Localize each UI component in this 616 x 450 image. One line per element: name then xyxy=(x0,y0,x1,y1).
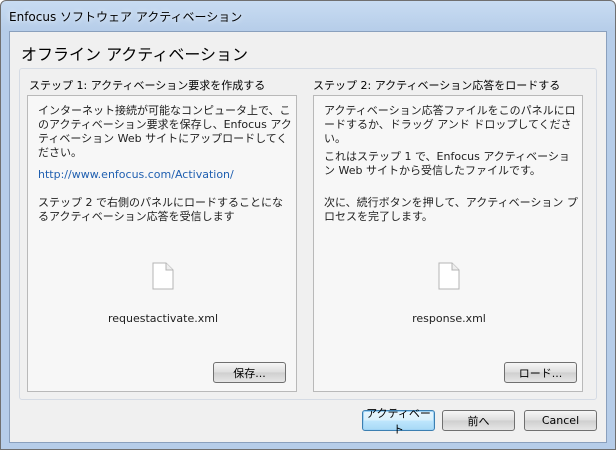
response-panel[interactable]: アクティベーション応答ファイルをこのパネルにロードするか、ドラッグ アンド ドロ… xyxy=(313,95,583,392)
step2-file-info: これはステップ 1 で、Enfocus アクティベーション Web サイトから受… xyxy=(324,150,570,177)
page-title: オフライン アクティベーション xyxy=(21,45,249,64)
response-file-icon xyxy=(438,262,460,290)
dialog-client-area: オフライン アクティベーション ステップ 1: アクティベーション要求を作成する… xyxy=(9,31,607,443)
back-button[interactable]: 前へ xyxy=(442,410,515,431)
window-title: Enfocus ソフトウェア アクティベーション xyxy=(9,10,243,24)
step2-next-info: 次に、続行ボタンを押して、アクティベーション プロセスを完了します。 xyxy=(324,196,578,223)
step1-heading: ステップ 1: アクティベーション要求を作成する xyxy=(29,79,266,92)
request-panel: インターネット接続が可能なコンピュータ上で、このアクティベーション要求を保存し、… xyxy=(27,95,297,392)
step1-instructions: インターネット接続が可能なコンピュータ上で、このアクティベーション要求を保存し、… xyxy=(38,104,292,159)
step1-note: ステップ 2 で右側のパネルにロードすることになるアクティベーション応答を受信し… xyxy=(38,196,283,223)
response-file-name: response.xml xyxy=(412,312,486,325)
activation-window: Enfocus ソフトウェア アクティベーション オフライン アクティベーション… xyxy=(0,0,616,450)
request-file-icon xyxy=(152,262,174,290)
step2-instructions: アクティベーション応答ファイルをこのパネルにロードするか、ドラッグ アンド ドロ… xyxy=(324,104,576,145)
steps-group: ステップ 1: アクティベーション要求を作成する インターネット接続が可能なコン… xyxy=(19,68,597,400)
save-button[interactable]: 保存... xyxy=(213,362,286,383)
step2-heading: ステップ 2: アクティベーション応答をロードする xyxy=(313,79,561,92)
activation-link[interactable]: http://www.enfocus.com/Activation/ xyxy=(38,168,293,182)
title-bar[interactable]: Enfocus ソフトウェア アクティベーション xyxy=(1,1,615,31)
activate-button[interactable]: アクティベート xyxy=(362,407,435,436)
cancel-button[interactable]: Cancel xyxy=(524,410,597,431)
load-button[interactable]: ロード... xyxy=(504,362,577,383)
request-file-name: requestactivate.xml xyxy=(107,312,219,325)
